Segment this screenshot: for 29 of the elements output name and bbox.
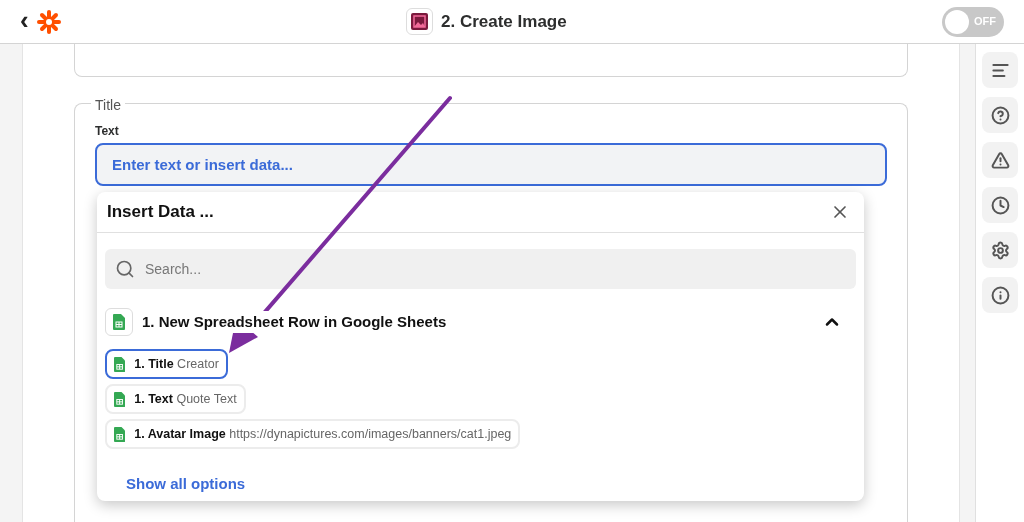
field-label: Text — [95, 123, 120, 140]
help-button[interactable] — [982, 97, 1018, 133]
data-field-chip[interactable]: 1. Text Quote Text — [105, 384, 246, 414]
spreadsheet-icon — [114, 426, 126, 442]
search-field[interactable]: Search... — [105, 249, 856, 289]
show-all-options-link[interactable]: Show all options — [126, 473, 856, 496]
info-icon — [990, 285, 1010, 305]
clock-icon — [990, 195, 1010, 215]
group-title: 1. New Spreadsheet Row in Google Sheets — [142, 310, 447, 334]
image-app-icon — [406, 8, 433, 35]
data-field-chip[interactable]: 1. Title Creator — [105, 349, 228, 379]
text-lines-button[interactable] — [982, 52, 1018, 88]
settings-icon — [990, 240, 1010, 260]
popup-title: Insert Data ... — [107, 201, 214, 224]
step-title: 2. Create Image — [441, 10, 567, 33]
back-button[interactable]: ‹ — [20, 6, 29, 33]
help-icon — [990, 105, 1010, 125]
search-icon — [115, 259, 135, 279]
info-button[interactable] — [982, 277, 1018, 313]
asterisk-logo-icon — [36, 9, 61, 34]
spreadsheet-icon — [113, 314, 125, 330]
clock-button[interactable] — [982, 187, 1018, 223]
warning-button[interactable] — [982, 142, 1018, 178]
warning-icon — [990, 150, 1010, 170]
data-field-chip[interactable]: 1. Avatar Image https://dynapictures.com/images/banners/cat1.jpeg — [105, 419, 521, 449]
text-input-field[interactable]: Enter text or insert data... — [95, 143, 887, 186]
spreadsheet-icon — [114, 391, 126, 407]
spreadsheet-icon — [114, 356, 126, 372]
settings-button[interactable] — [982, 232, 1018, 268]
